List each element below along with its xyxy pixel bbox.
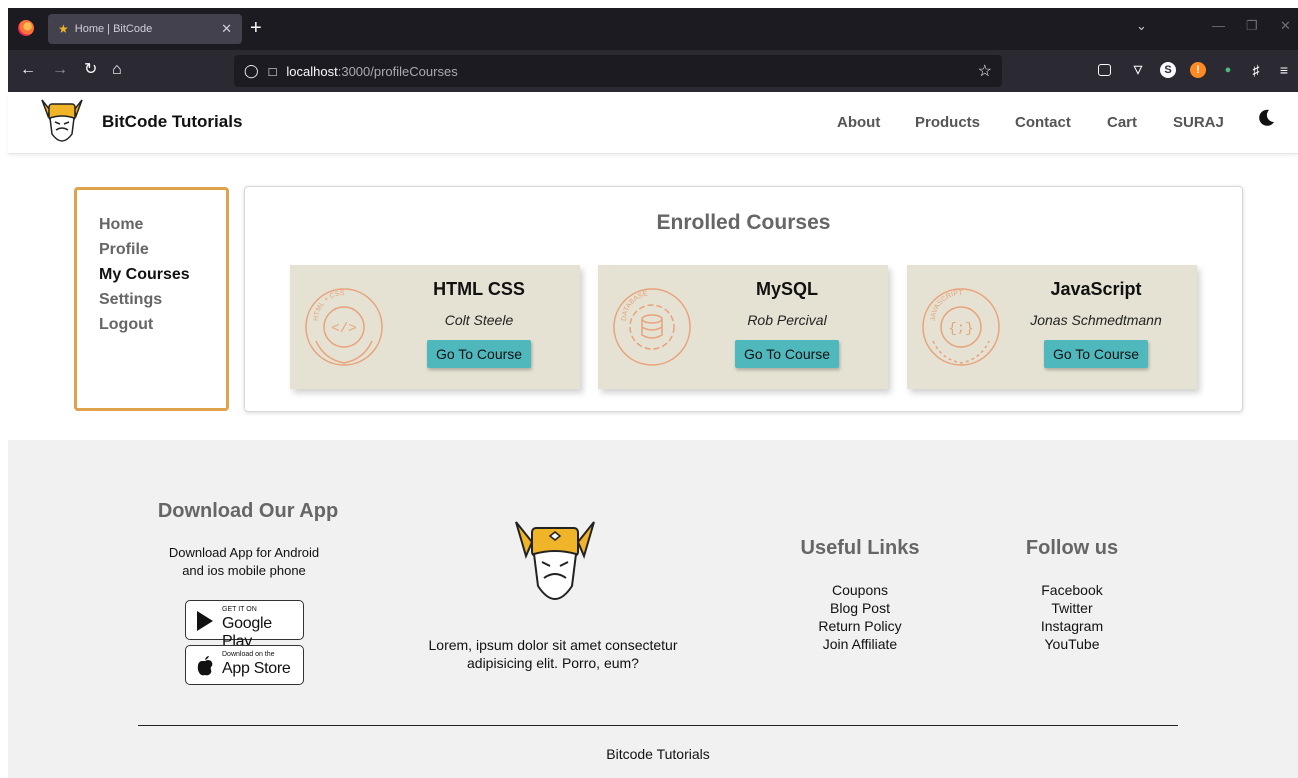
download-app-heading: Download Our App bbox=[157, 500, 339, 522]
bookmark-star-icon[interactable]: ☆ bbox=[978, 61, 992, 81]
follow-us-heading: Follow us bbox=[1025, 537, 1119, 559]
footer-link-youtube[interactable]: YouTube bbox=[1012, 635, 1132, 653]
window-close-icon[interactable]: ✕ bbox=[1280, 18, 1291, 34]
footer-link-twitter[interactable]: Twitter bbox=[1012, 599, 1132, 617]
nav-link-user[interactable]: SURAJ bbox=[1173, 114, 1224, 131]
page-info-icon[interactable]: □ bbox=[269, 64, 277, 79]
new-tab-icon[interactable]: + bbox=[250, 16, 262, 40]
sidebar-item-my-courses[interactable]: My Courses bbox=[99, 262, 226, 287]
hamburger-menu-icon[interactable]: ≡ bbox=[1276, 62, 1292, 78]
site-footer: Download Our App Download App for Androi… bbox=[8, 440, 1298, 778]
html-css-emblem-glyph: </> bbox=[331, 321, 356, 337]
useful-links-list: Coupons Blog Post Return Policy Join Aff… bbox=[790, 581, 930, 653]
course-card: HTML + CSS </> HTML CSS Colt Steele Go T… bbox=[290, 265, 580, 389]
nav-link-products[interactable]: Products bbox=[915, 114, 980, 131]
browser-toolbar: ← → ↻ ⌂ ◯ □ localhost:3000/profileCourse… bbox=[8, 50, 1298, 92]
profile-sidebar: Home Profile My Courses Settings Logout bbox=[74, 187, 229, 411]
apple-icon bbox=[197, 656, 213, 676]
nav-link-cart[interactable]: Cart bbox=[1107, 114, 1137, 131]
home-icon[interactable]: ⌂ bbox=[112, 60, 122, 80]
go-to-course-button[interactable]: Go To Course bbox=[426, 340, 532, 368]
extension-orange-icon[interactable]: ! bbox=[1190, 62, 1206, 78]
footer-lorem-1: Lorem, ipsum dolor sit amet consectetur bbox=[428, 637, 678, 653]
footer-link-return-policy[interactable]: Return Policy bbox=[790, 617, 930, 635]
pocket-icon[interactable]: ▽ bbox=[1130, 62, 1146, 78]
course-title: HTML CSS bbox=[433, 279, 525, 299]
app-store-small-text: Download on the bbox=[222, 651, 275, 658]
tracking-shield-icon[interactable]: ◯ bbox=[244, 63, 259, 79]
tab-list-chevron-icon[interactable]: ⌄ bbox=[1136, 18, 1147, 34]
html-css-emblem-icon: HTML + CSS </> bbox=[305, 288, 383, 366]
firefox-logo-icon[interactable] bbox=[18, 20, 34, 36]
enrolled-courses-title: Enrolled Courses bbox=[656, 211, 831, 234]
dark-mode-moon-icon[interactable] bbox=[1256, 108, 1276, 128]
course-title: JavaScript bbox=[1050, 279, 1142, 299]
app-store-big-text: App Store bbox=[222, 660, 291, 677]
google-play-icon bbox=[197, 611, 213, 631]
footer-logo-icon bbox=[515, 521, 595, 600]
back-arrow-icon[interactable]: ← bbox=[20, 60, 36, 80]
browser-tab-strip: ★ Home | BitCode ✕ + ⌄ — ❐ ✕ bbox=[8, 8, 1298, 50]
go-to-course-button[interactable]: Go To Course bbox=[734, 340, 840, 368]
google-play-button[interactable]: GET IT ON Google Play bbox=[185, 600, 304, 650]
footer-divider bbox=[138, 725, 1178, 726]
javascript-emblem-label: JAVASCRIPT bbox=[930, 290, 963, 321]
collections-icon[interactable] bbox=[1098, 64, 1111, 76]
footer-link-facebook[interactable]: Facebook bbox=[1012, 581, 1132, 599]
footer-link-blog-post[interactable]: Blog Post bbox=[790, 599, 930, 617]
sidebar-item-logout[interactable]: Logout bbox=[99, 312, 226, 337]
forward-arrow-icon[interactable]: → bbox=[52, 60, 68, 80]
course-card: DATABASE MySQL Rob Percival Go To Course bbox=[598, 265, 888, 389]
address-bar[interactable]: ◯ □ localhost:3000/profileCourses ☆ bbox=[234, 55, 1002, 87]
bitcode-logo-icon[interactable] bbox=[38, 94, 86, 148]
restore-icon[interactable]: ❐ bbox=[1246, 18, 1258, 34]
course-card: JAVASCRIPT {;} JavaScript Jonas Schmedtm… bbox=[907, 265, 1197, 389]
sidebar-item-settings[interactable]: Settings bbox=[99, 287, 226, 312]
extension-s-icon[interactable]: S bbox=[1160, 62, 1176, 78]
app-store-button[interactable]: Download on the App Store bbox=[185, 645, 304, 685]
course-title: MySQL bbox=[755, 279, 818, 299]
javascript-emblem-glyph: {;} bbox=[948, 321, 973, 337]
brand-name[interactable]: BitCode Tutorials bbox=[102, 112, 242, 132]
nav-link-contact[interactable]: Contact bbox=[1015, 114, 1071, 131]
url-host: localhost bbox=[286, 63, 338, 79]
html-css-emblem-label: HTML + CSS bbox=[313, 290, 345, 321]
sidebar-item-profile[interactable]: Profile bbox=[99, 237, 226, 262]
database-emblem-icon: DATABASE bbox=[613, 288, 691, 366]
minimize-icon[interactable]: — bbox=[1212, 18, 1225, 33]
tab-title: Home | BitCode bbox=[74, 23, 153, 35]
footer-copyright: Bitcode Tutorials bbox=[606, 746, 710, 762]
site-header: BitCode Tutorials About Products Contact… bbox=[8, 92, 1298, 154]
reload-icon[interactable]: ↻ bbox=[84, 60, 97, 80]
enrolled-courses-panel: Enrolled Courses HTML + CSS </> HTML CSS… bbox=[244, 186, 1243, 412]
extensions-puzzle-icon[interactable]: ♯ bbox=[1248, 62, 1264, 78]
footer-lorem-2: adipisicing elit. Porro, eum? bbox=[467, 655, 639, 671]
tab-close-icon[interactable]: ✕ bbox=[221, 21, 232, 37]
footer-link-join-affiliate[interactable]: Join Affiliate bbox=[790, 635, 930, 653]
course-author: Colt Steele bbox=[444, 312, 514, 328]
url-path: :3000/profileCourses bbox=[337, 63, 458, 79]
go-to-course-button[interactable]: Go To Course bbox=[1043, 340, 1149, 368]
download-app-text-1: Download App for Android bbox=[168, 545, 320, 560]
footer-link-instagram[interactable]: Instagram bbox=[1012, 617, 1132, 635]
social-links-list: Facebook Twitter Instagram YouTube bbox=[1012, 581, 1132, 653]
javascript-emblem-icon: JAVASCRIPT {;} bbox=[922, 288, 1000, 366]
download-app-text-2: and ios mobile phone bbox=[182, 563, 306, 578]
nav-link-about[interactable]: About bbox=[837, 114, 880, 131]
tab-favicon-icon: ★ bbox=[58, 22, 69, 36]
useful-links-heading: Useful Links bbox=[800, 537, 920, 559]
sidebar-item-home[interactable]: Home bbox=[99, 212, 226, 237]
google-play-small-text: GET IT ON bbox=[222, 606, 257, 613]
course-author: Jonas Schmedtmann bbox=[1030, 312, 1162, 328]
browser-tab[interactable]: ★ Home | BitCode ✕ bbox=[48, 14, 242, 44]
footer-link-coupons[interactable]: Coupons bbox=[790, 581, 930, 599]
extension-green-icon[interactable]: ● bbox=[1220, 62, 1236, 78]
course-author: Rob Percival bbox=[747, 312, 827, 328]
